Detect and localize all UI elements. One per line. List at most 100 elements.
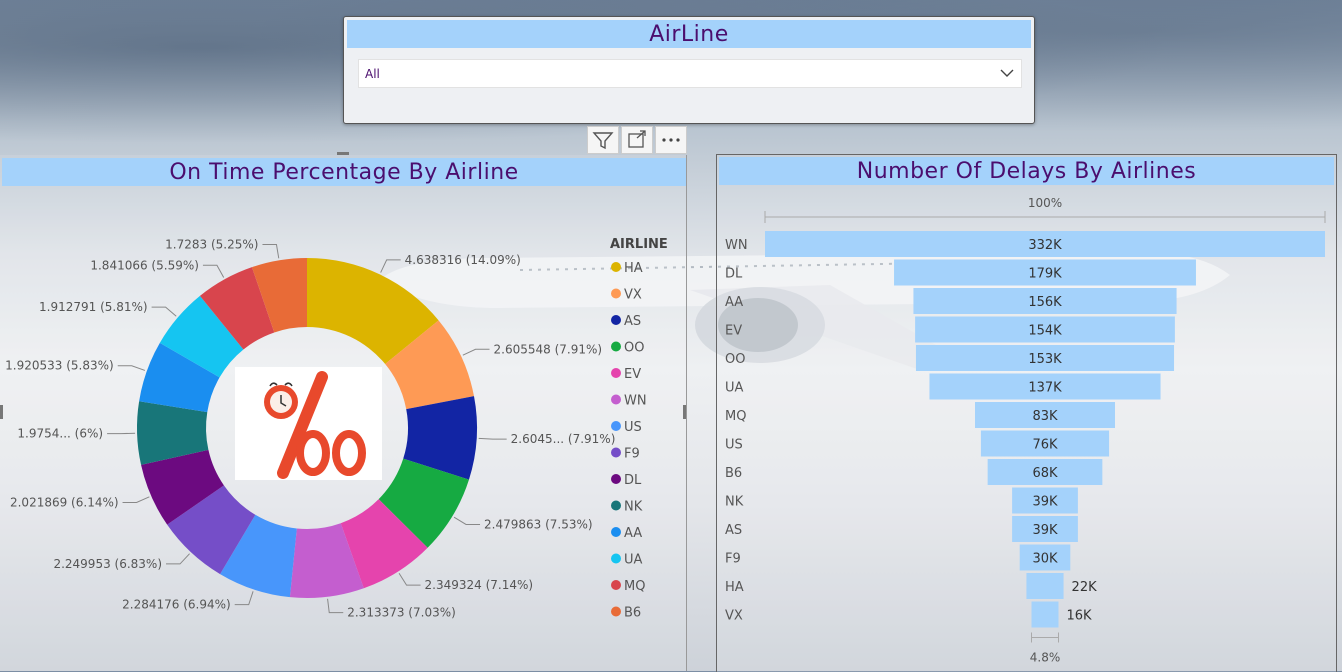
- funnel-data-label-ev: 154K: [1028, 324, 1062, 339]
- legend-item-as[interactable]: AS: [624, 314, 641, 329]
- legend-item-dl[interactable]: DL: [624, 473, 642, 488]
- donut-data-label-ha: 4.638316 (14.09%): [405, 253, 521, 267]
- legend-item-b6[interactable]: B6: [624, 606, 641, 621]
- funnel-data-label-f9: 30K: [1032, 552, 1058, 567]
- donut-leader-line-b6: [262, 245, 278, 259]
- legend-marker-ua: [611, 554, 621, 564]
- funnel-data-label-b6: 68K: [1032, 466, 1058, 481]
- funnel-category-label-as: AS: [725, 523, 742, 538]
- legend-marker-as: [611, 315, 621, 325]
- donut-leader-line-oo: [454, 517, 480, 524]
- donut-data-label-ev: 2.349324 (7.14%): [425, 578, 534, 592]
- funnel-data-label-vx: 16K: [1066, 609, 1092, 624]
- funnel-data-label-oo: 153K: [1028, 352, 1062, 367]
- funnel-bar-ha[interactable]: [1026, 573, 1063, 599]
- funnel-category-label-f9: F9: [725, 552, 741, 567]
- legend-marker-f9: [611, 448, 621, 458]
- funnel-data-label-as: 39K: [1032, 523, 1058, 538]
- legend-marker-b6: [611, 607, 621, 617]
- donut-data-label-ua: 1.912791 (5.81%): [39, 300, 148, 314]
- funnel-category-label-mq: MQ: [725, 409, 746, 424]
- donut-data-label-wn: 2.313373 (7.03%): [347, 606, 456, 620]
- airline-slicer: AirLine All: [343, 16, 1035, 124]
- funnel-bottom-label: 4.8%: [1030, 651, 1061, 665]
- legend-marker-vx: [611, 289, 621, 299]
- donut-leader-line-vx: [463, 349, 490, 355]
- funnel-category-label-aa: AA: [725, 295, 743, 310]
- donut-data-label-nk: 1.9754... (6%): [17, 427, 103, 441]
- donut-data-label-as: 2.6045... (7.91%): [511, 432, 616, 446]
- legend-item-vx[interactable]: VX: [624, 288, 642, 303]
- legend-item-wn[interactable]: WN: [624, 394, 647, 409]
- funnel-chart: 100% WN 332K DL 179K AA 156K EV 154K OO 153K UA 137K…: [717, 155, 1336, 672]
- legend-item-nk[interactable]: NK: [624, 500, 643, 515]
- funnel-top-label: 100%: [1028, 196, 1062, 210]
- legend-marker-ev: [611, 368, 621, 378]
- legend-item-us[interactable]: US: [624, 420, 642, 435]
- legend-marker-us: [611, 421, 621, 431]
- legend-item-mq[interactable]: MQ: [624, 579, 645, 594]
- legend-item-f9[interactable]: F9: [624, 447, 640, 462]
- donut-data-label-us: 2.284176 (6.94%): [122, 598, 231, 612]
- donut-leader-line-mq: [203, 265, 224, 277]
- donut-leader-line-us: [235, 591, 253, 604]
- legend-marker-dl: [611, 474, 621, 484]
- funnel-chart-card: Number Of Delays By Airlines 100%WN332KD…: [716, 154, 1337, 672]
- legend-item-ua[interactable]: UA: [624, 553, 643, 568]
- donut-leader-line-aa: [118, 366, 145, 371]
- legend-item-ha[interactable]: HA: [624, 261, 643, 276]
- legend-item-oo[interactable]: OO: [624, 341, 644, 356]
- donut-chart: 4.638316 (14.09%) 2.605548 (7.91%) 2.6045.…: [0, 155, 686, 671]
- legend-item-ev[interactable]: EV: [624, 367, 641, 382]
- funnel-category-label-us: US: [725, 438, 743, 453]
- funnel-category-label-oo: OO: [725, 352, 745, 367]
- funnel-category-label-b6: B6: [725, 466, 742, 481]
- airline-dropdown[interactable]: All: [358, 59, 1022, 88]
- funnel-data-label-ha: 22K: [1072, 580, 1098, 595]
- donut-leader-line-ha: [381, 260, 401, 273]
- legend-marker-wn: [611, 395, 621, 405]
- focus-mode-icon[interactable]: [621, 126, 653, 154]
- funnel-data-label-mq: 83K: [1032, 409, 1058, 424]
- funnel-category-label-nk: NK: [725, 495, 744, 510]
- legend-marker-oo: [611, 342, 621, 352]
- donut-leader-line-ua: [152, 307, 177, 316]
- funnel-category-label-vx: VX: [725, 609, 743, 624]
- legend-marker-nk: [611, 501, 621, 511]
- dropdown-selected-value: All: [365, 67, 380, 81]
- legend-title: AIRLINE: [610, 237, 668, 252]
- donut-data-label-f9: 2.249953 (6.83%): [53, 557, 162, 571]
- legend-marker-aa: [611, 527, 621, 537]
- donut-data-label-mq: 1.841066 (5.59%): [90, 258, 199, 272]
- funnel-data-label-us: 76K: [1032, 438, 1058, 453]
- chevron-down-icon: [999, 65, 1015, 81]
- donut-data-label-vx: 2.605548 (7.91%): [494, 342, 603, 356]
- donut-data-label-aa: 1.920533 (5.83%): [5, 359, 114, 373]
- donut-chart-card: On Time Percentage By Airline 4.638316 (…: [0, 155, 687, 671]
- funnel-data-label-nk: 39K: [1032, 495, 1058, 510]
- more-options-icon[interactable]: [655, 126, 687, 154]
- legend-item-aa[interactable]: AA: [624, 526, 642, 541]
- donut-data-label-dl: 2.021869 (6.14%): [10, 495, 119, 509]
- percent-image: [235, 367, 382, 480]
- funnel-category-label-ha: HA: [725, 580, 744, 595]
- funnel-category-label-ev: EV: [725, 324, 742, 339]
- funnel-category-label-ua: UA: [725, 381, 744, 396]
- funnel-data-label-wn: 332K: [1028, 238, 1062, 253]
- donut-leader-line-f9: [166, 554, 190, 564]
- legend-marker-mq: [611, 580, 621, 590]
- funnel-category-label-wn: WN: [725, 238, 748, 253]
- funnel-data-label-dl: 179K: [1028, 267, 1062, 282]
- funnel-data-label-aa: 156K: [1028, 295, 1062, 310]
- filter-icon[interactable]: [587, 126, 619, 154]
- donut-data-label-oo: 2.479863 (7.53%): [484, 517, 593, 531]
- donut-leader-line-wn: [328, 599, 344, 613]
- donut-data-label-b6: 1.7283 (5.25%): [165, 238, 258, 252]
- donut-leader-line-as: [479, 438, 507, 439]
- funnel-data-label-ua: 137K: [1028, 381, 1062, 396]
- funnel-category-label-dl: DL: [725, 267, 743, 282]
- legend-marker-ha: [611, 262, 621, 272]
- donut-leader-line-dl: [123, 497, 150, 503]
- donut-leader-line-ev: [399, 573, 420, 585]
- funnel-bar-vx[interactable]: [1032, 602, 1059, 628]
